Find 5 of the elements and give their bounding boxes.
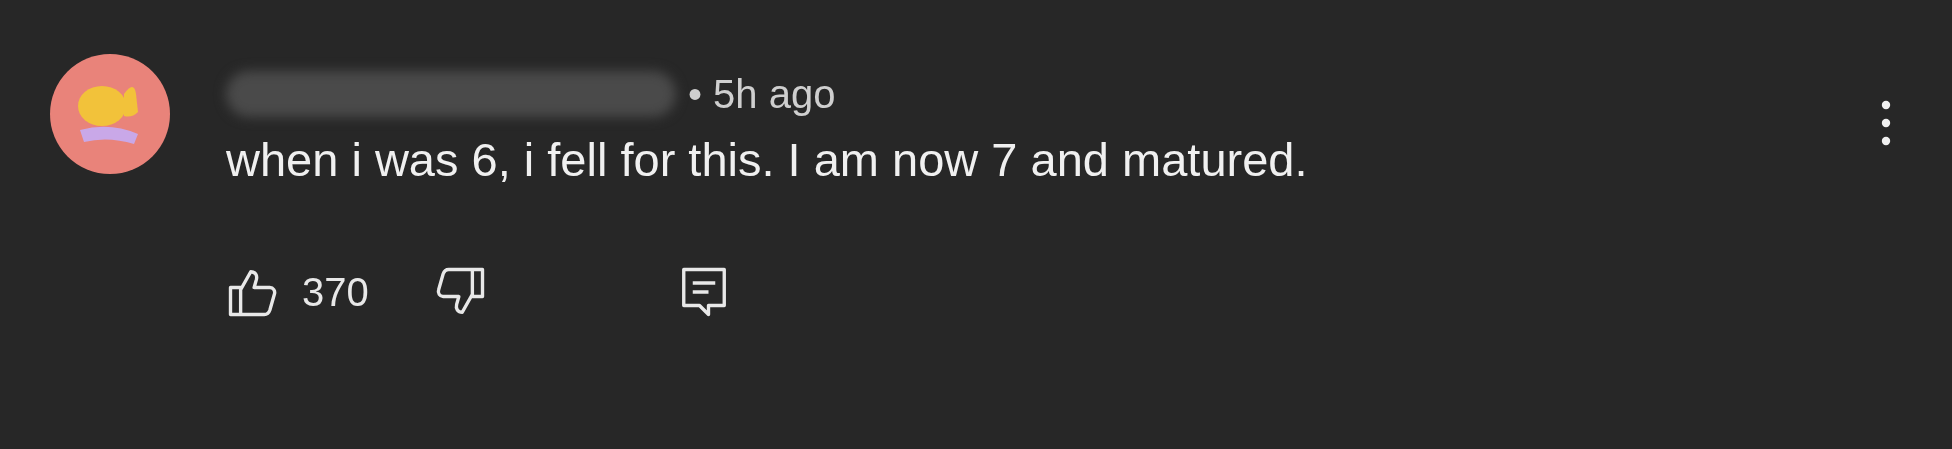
comment-time: • 5h ago	[688, 71, 836, 117]
comment-text: when i was 6, i fell for this. I am now 7 and matured.	[226, 132, 1309, 187]
more-options-icon[interactable]	[1880, 98, 1892, 148]
like-count: 370	[302, 269, 369, 315]
avatar-icon[interactable]	[50, 54, 170, 174]
